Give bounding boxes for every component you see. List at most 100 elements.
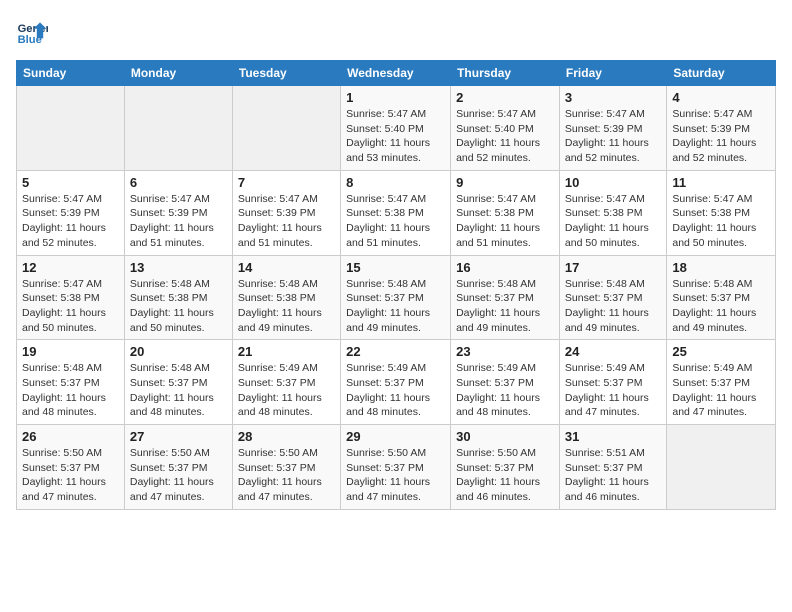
calendar-cell: 8 Sunrise: 5:47 AMSunset: 5:38 PMDaylight… xyxy=(341,170,451,255)
day-info: Sunrise: 5:47 AMSunset: 5:39 PMDaylight:… xyxy=(130,192,227,251)
day-info: Sunrise: 5:48 AMSunset: 5:37 PMDaylight:… xyxy=(346,277,445,336)
day-info: Sunrise: 5:50 AMSunset: 5:37 PMDaylight:… xyxy=(456,446,554,505)
day-number: 26 xyxy=(22,429,119,444)
day-number: 14 xyxy=(238,260,335,275)
day-info: Sunrise: 5:47 AMSunset: 5:39 PMDaylight:… xyxy=(565,107,661,166)
calendar-cell: 2Sunrise: 5:47 AMSunset: 5:40 PMDaylight… xyxy=(451,86,560,171)
day-info: Sunrise: 5:47 AMSunset: 5:38 PMDaylight:… xyxy=(672,192,770,251)
day-number: 30 xyxy=(456,429,554,444)
calendar-cell: 10Sunrise: 5:47 AMSunset: 5:38 PMDayligh… xyxy=(559,170,666,255)
calendar-week-3: 12 Sunrise: 5:47 AMSunset: 5:38 PMDayligh… xyxy=(17,255,776,340)
calendar-cell xyxy=(232,86,340,171)
day-number: 12 xyxy=(22,260,119,275)
weekday-header-saturday: Saturday xyxy=(667,61,776,86)
calendar-cell: 16Sunrise: 5:48 AMSunset: 5:37 PMDayligh… xyxy=(451,255,560,340)
day-info: Sunrise: 5:49 AMSunset: 5:37 PMDaylight:… xyxy=(456,361,554,420)
day-number: 4 xyxy=(672,90,770,105)
calendar-cell: 1 Sunrise: 5:47 AMSunset: 5:40 PMDaylight… xyxy=(341,86,451,171)
calendar-week-4: 19 Sunrise: 5:48 AMSunset: 5:37 PMDayligh… xyxy=(17,340,776,425)
calendar-cell: 22Sunrise: 5:49 AMSunset: 5:37 PMDayligh… xyxy=(341,340,451,425)
page-header: General Blue xyxy=(16,16,776,48)
calendar-cell: 28Sunrise: 5:50 AMSunset: 5:37 PMDayligh… xyxy=(232,425,340,510)
calendar-week-1: 1 Sunrise: 5:47 AMSunset: 5:40 PMDaylight… xyxy=(17,86,776,171)
day-number: 20 xyxy=(130,344,227,359)
calendar-cell: 24Sunrise: 5:49 AMSunset: 5:37 PMDayligh… xyxy=(559,340,666,425)
day-info: Sunrise: 5:48 AMSunset: 5:37 PMDaylight:… xyxy=(130,361,227,420)
day-number: 8 xyxy=(346,175,445,190)
day-number: 29 xyxy=(346,429,445,444)
day-info: Sunrise: 5:50 AMSunset: 5:37 PMDaylight:… xyxy=(346,446,445,505)
day-number: 3 xyxy=(565,90,661,105)
calendar-cell: 4 Sunrise: 5:47 AMSunset: 5:39 PMDaylight… xyxy=(667,86,776,171)
calendar-cell: 27Sunrise: 5:50 AMSunset: 5:37 PMDayligh… xyxy=(124,425,232,510)
day-info: Sunrise: 5:48 AMSunset: 5:38 PMDaylight:… xyxy=(130,277,227,336)
calendar-body: 1 Sunrise: 5:47 AMSunset: 5:40 PMDaylight… xyxy=(17,86,776,510)
calendar-cell: 21Sunrise: 5:49 AMSunset: 5:37 PMDayligh… xyxy=(232,340,340,425)
day-info: Sunrise: 5:47 AMSunset: 5:39 PMDaylight:… xyxy=(672,107,770,166)
calendar-table: SundayMondayTuesdayWednesdayThursdayFrid… xyxy=(16,60,776,510)
day-number: 10 xyxy=(565,175,661,190)
day-number: 25 xyxy=(672,344,770,359)
day-number: 7 xyxy=(238,175,335,190)
day-number: 6 xyxy=(130,175,227,190)
day-number: 16 xyxy=(456,260,554,275)
calendar-cell: 23 Sunrise: 5:49 AMSunset: 5:37 PMDayligh… xyxy=(451,340,560,425)
calendar-cell: 13 Sunrise: 5:48 AMSunset: 5:38 PMDayligh… xyxy=(124,255,232,340)
weekday-header-row: SundayMondayTuesdayWednesdayThursdayFrid… xyxy=(17,61,776,86)
calendar-cell: 3 Sunrise: 5:47 AMSunset: 5:39 PMDaylight… xyxy=(559,86,666,171)
day-number: 13 xyxy=(130,260,227,275)
day-info: Sunrise: 5:47 AMSunset: 5:40 PMDaylight:… xyxy=(346,107,445,166)
day-info: Sunrise: 5:49 AMSunset: 5:37 PMDaylight:… xyxy=(672,361,770,420)
calendar-cell: 29 Sunrise: 5:50 AMSunset: 5:37 PMDayligh… xyxy=(341,425,451,510)
calendar-cell xyxy=(667,425,776,510)
day-number: 15 xyxy=(346,260,445,275)
day-number: 23 xyxy=(456,344,554,359)
day-info: Sunrise: 5:51 AMSunset: 5:37 PMDaylight:… xyxy=(565,446,661,505)
day-info: Sunrise: 5:48 AMSunset: 5:38 PMDaylight:… xyxy=(238,277,335,336)
calendar-cell: 18Sunrise: 5:48 AMSunset: 5:37 PMDayligh… xyxy=(667,255,776,340)
calendar-cell: 25 Sunrise: 5:49 AMSunset: 5:37 PMDayligh… xyxy=(667,340,776,425)
weekday-header-tuesday: Tuesday xyxy=(232,61,340,86)
day-number: 5 xyxy=(22,175,119,190)
calendar-cell xyxy=(124,86,232,171)
day-info: Sunrise: 5:47 AMSunset: 5:38 PMDaylight:… xyxy=(346,192,445,251)
weekday-header-wednesday: Wednesday xyxy=(341,61,451,86)
day-number: 27 xyxy=(130,429,227,444)
calendar-week-2: 5 Sunrise: 5:47 AMSunset: 5:39 PMDaylight… xyxy=(17,170,776,255)
day-info: Sunrise: 5:50 AMSunset: 5:37 PMDaylight:… xyxy=(238,446,335,505)
day-number: 31 xyxy=(565,429,661,444)
calendar-cell: 17 Sunrise: 5:48 AMSunset: 5:37 PMDayligh… xyxy=(559,255,666,340)
day-info: Sunrise: 5:47 AMSunset: 5:39 PMDaylight:… xyxy=(22,192,119,251)
calendar-cell: 15 Sunrise: 5:48 AMSunset: 5:37 PMDayligh… xyxy=(341,255,451,340)
weekday-header-friday: Friday xyxy=(559,61,666,86)
day-number: 1 xyxy=(346,90,445,105)
calendar-cell: 5 Sunrise: 5:47 AMSunset: 5:39 PMDaylight… xyxy=(17,170,125,255)
calendar-cell: 9 Sunrise: 5:47 AMSunset: 5:38 PMDaylight… xyxy=(451,170,560,255)
day-number: 9 xyxy=(456,175,554,190)
day-info: Sunrise: 5:47 AMSunset: 5:38 PMDaylight:… xyxy=(22,277,119,336)
logo-icon: General Blue xyxy=(16,16,48,48)
calendar-cell: 19 Sunrise: 5:48 AMSunset: 5:37 PMDayligh… xyxy=(17,340,125,425)
day-number: 17 xyxy=(565,260,661,275)
day-info: Sunrise: 5:48 AMSunset: 5:37 PMDaylight:… xyxy=(565,277,661,336)
svg-text:General: General xyxy=(18,23,48,35)
day-info: Sunrise: 5:47 AMSunset: 5:38 PMDaylight:… xyxy=(456,192,554,251)
day-info: Sunrise: 5:47 AMSunset: 5:40 PMDaylight:… xyxy=(456,107,554,166)
day-number: 22 xyxy=(346,344,445,359)
calendar-cell: 11 Sunrise: 5:47 AMSunset: 5:38 PMDayligh… xyxy=(667,170,776,255)
calendar-cell: 14 Sunrise: 5:48 AMSunset: 5:38 PMDayligh… xyxy=(232,255,340,340)
weekday-header-thursday: Thursday xyxy=(451,61,560,86)
day-info: Sunrise: 5:47 AMSunset: 5:39 PMDaylight:… xyxy=(238,192,335,251)
day-number: 19 xyxy=(22,344,119,359)
day-number: 11 xyxy=(672,175,770,190)
day-info: Sunrise: 5:50 AMSunset: 5:37 PMDaylight:… xyxy=(22,446,119,505)
calendar-cell: 12 Sunrise: 5:47 AMSunset: 5:38 PMDayligh… xyxy=(17,255,125,340)
calendar-cell: 31 Sunrise: 5:51 AMSunset: 5:37 PMDayligh… xyxy=(559,425,666,510)
weekday-header-sunday: Sunday xyxy=(17,61,125,86)
calendar-cell: 26 Sunrise: 5:50 AMSunset: 5:37 PMDayligh… xyxy=(17,425,125,510)
calendar-cell: 30 Sunrise: 5:50 AMSunset: 5:37 PMDayligh… xyxy=(451,425,560,510)
calendar-header: SundayMondayTuesdayWednesdayThursdayFrid… xyxy=(17,61,776,86)
calendar-cell: 20 Sunrise: 5:48 AMSunset: 5:37 PMDayligh… xyxy=(124,340,232,425)
day-info: Sunrise: 5:48 AMSunset: 5:37 PMDaylight:… xyxy=(672,277,770,336)
day-info: Sunrise: 5:48 AMSunset: 5:37 PMDaylight:… xyxy=(22,361,119,420)
